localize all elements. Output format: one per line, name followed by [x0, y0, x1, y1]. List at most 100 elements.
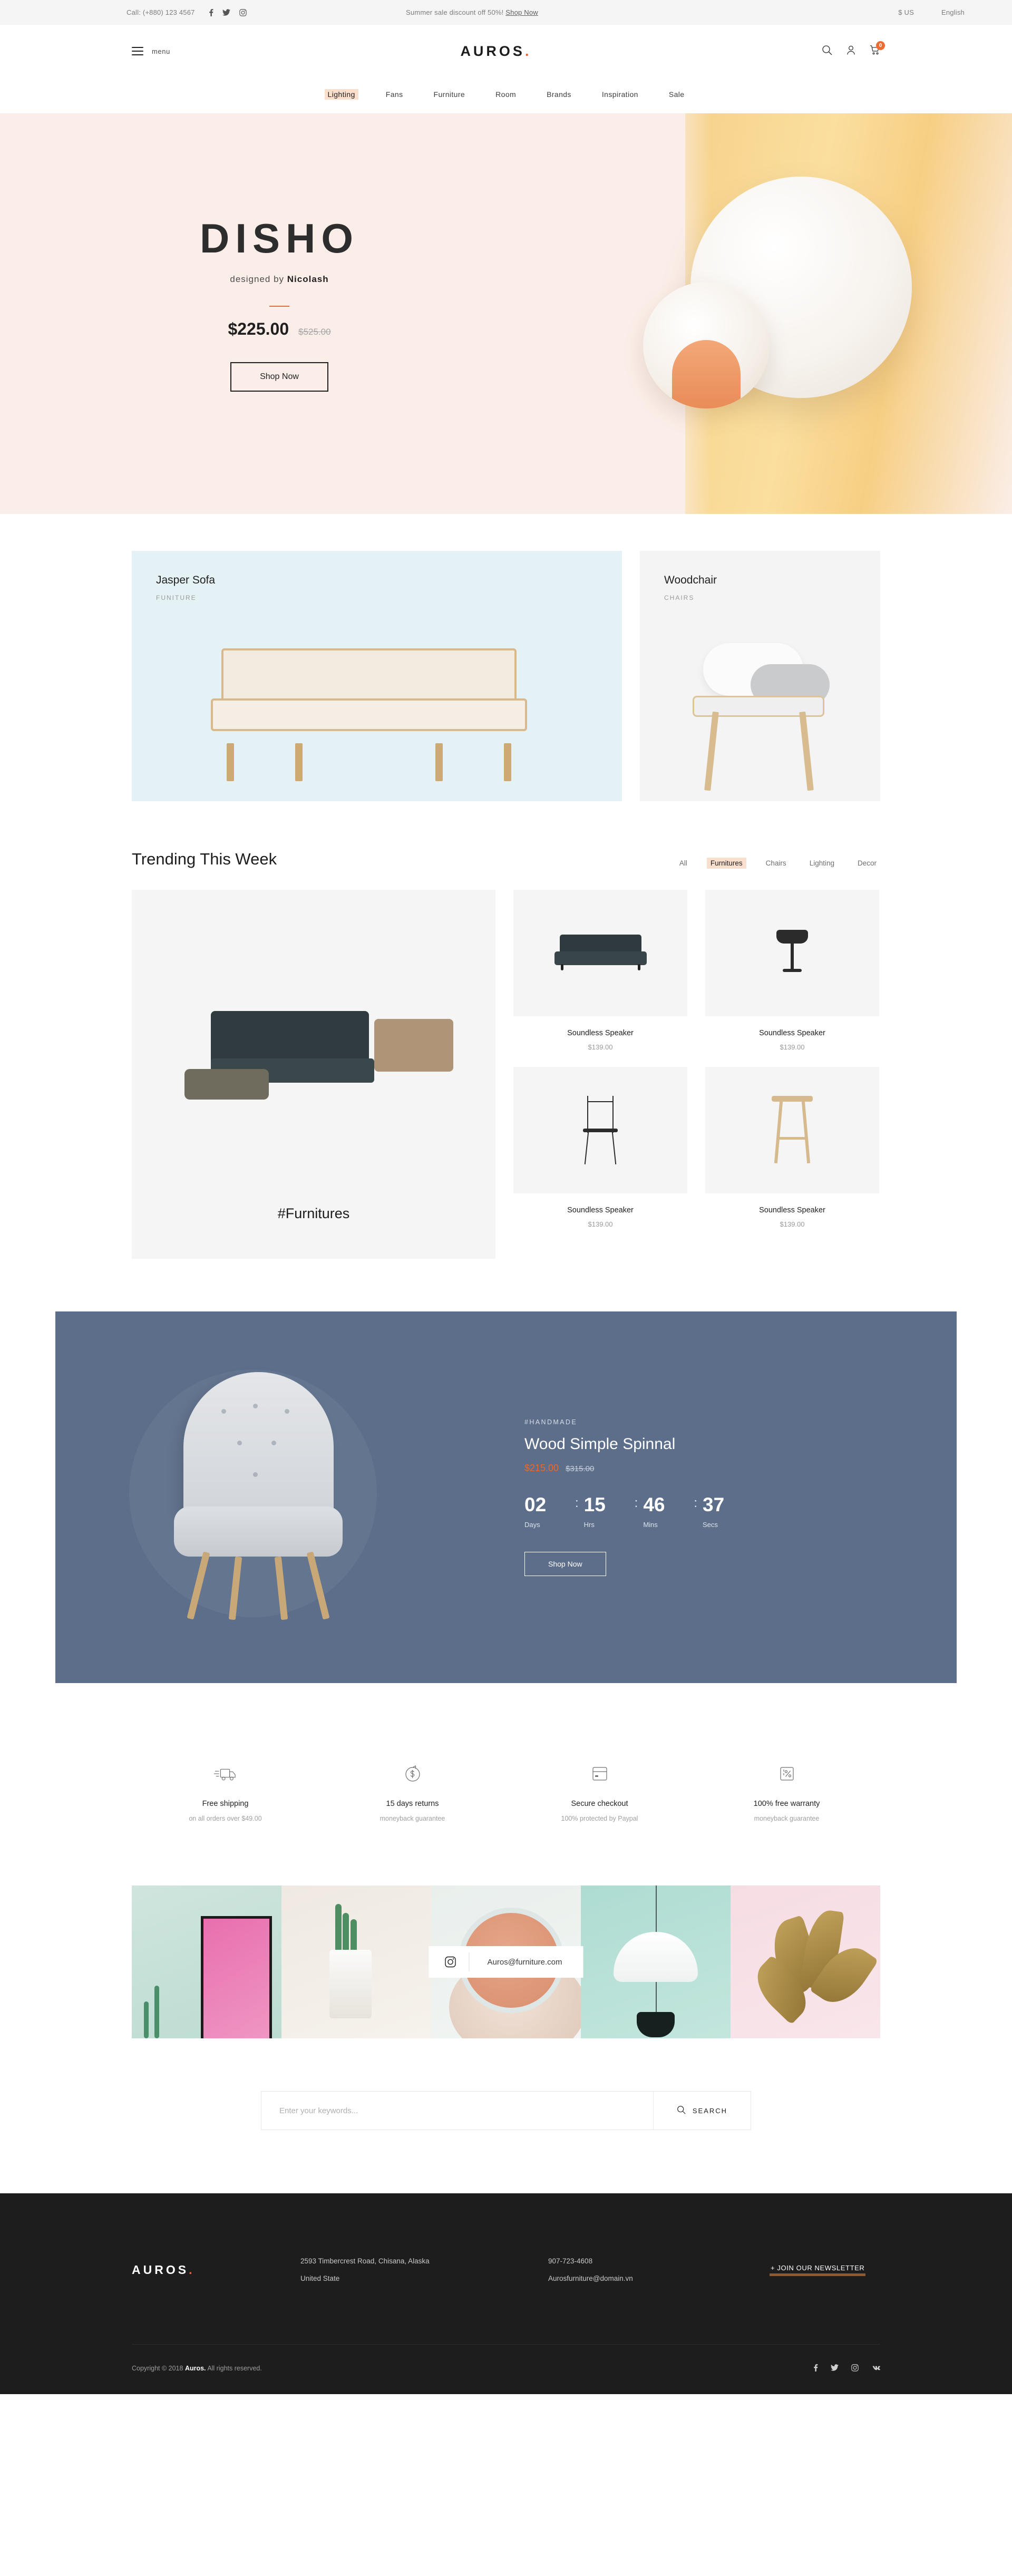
search-button[interactable]: SEARCH: [654, 2092, 751, 2130]
featured-furnitures-tile[interactable]: #Furnitures: [132, 890, 495, 1259]
vk-icon[interactable]: [871, 2365, 880, 2372]
nav-item-brands[interactable]: Brands: [543, 89, 575, 100]
product-image: [705, 1067, 879, 1193]
category-card-title: Woodchair: [664, 574, 717, 586]
hero-divider: [269, 306, 289, 307]
join-newsletter-button[interactable]: + JOIN OUR NEWSLETTER: [770, 2264, 866, 2277]
copyright-suffix: All rights reserved.: [206, 2365, 262, 2373]
instagram-icon[interactable]: [851, 2364, 859, 2373]
filter-decor[interactable]: Decor: [854, 858, 880, 869]
filter-all[interactable]: All: [676, 858, 691, 869]
nav-item-sale[interactable]: Sale: [666, 89, 688, 100]
truck-icon: [132, 1760, 319, 1788]
footer-email[interactable]: Aurosfurniture@domain.vn: [548, 2270, 770, 2287]
filter-chairs[interactable]: Chairs: [762, 858, 790, 869]
facebook-icon[interactable]: [209, 8, 213, 16]
hero-product-image: [643, 177, 912, 409]
account-icon[interactable]: [846, 45, 856, 58]
product-card[interactable]: Soundless Speaker $139.00: [705, 890, 879, 1051]
category-card-jasper-sofa[interactable]: Jasper Sofa FUNITURE: [132, 551, 622, 801]
footer-phone[interactable]: 907-723-4608: [548, 2252, 770, 2270]
category-card-kind: FUNITURE: [156, 594, 197, 601]
countdown-separator: :: [575, 1496, 579, 1510]
currency-selector[interactable]: $ US: [898, 8, 914, 16]
product-card[interactable]: Soundless Speaker $139.00: [513, 1067, 687, 1228]
feature-subtitle: moneyback guarantee: [380, 1815, 445, 1822]
hero-designer-name: Nicolash: [287, 274, 329, 284]
sofa-illustration: [200, 648, 538, 781]
search-icon[interactable]: [822, 45, 832, 58]
main-navigation: Lighting Fans Furniture Room Brands Insp…: [0, 77, 1012, 113]
instagram-handle-badge[interactable]: Auros@furniture.com: [429, 1946, 583, 1978]
promo-announcement: Summer sale discount off 50%! Shop Now: [348, 8, 898, 16]
filter-furnitures[interactable]: Furnitures: [706, 858, 746, 869]
search-box: SEARCH: [261, 2091, 751, 2130]
footer-address-line2: United State: [300, 2274, 340, 2283]
top-announcement-bar: Call: (+880) 123 4567 Summer sale discou…: [0, 0, 1012, 25]
card-icon: [506, 1760, 693, 1788]
countdown-separator: :: [634, 1496, 638, 1510]
nav-item-furniture[interactable]: Furniture: [431, 89, 469, 100]
twitter-icon[interactable]: [222, 9, 230, 16]
instagram-section: Auros@furniture.com: [0, 1885, 1012, 2038]
footer-address-line1: 2593 Timbercrest Road, Chisana, Alaska: [300, 2257, 430, 2265]
footer-logo-dot: .: [189, 2262, 195, 2277]
category-card-woodchair[interactable]: Woodchair CHAIRS: [640, 551, 880, 801]
copyright-prefix: Copyright © 2018: [132, 2365, 185, 2373]
product-price: $139.00: [588, 1043, 613, 1051]
countdown-hours-label: Hrs: [583, 1521, 595, 1529]
category-cards-section: Jasper Sofa FUNITURE Woodchair CHAIRS: [0, 514, 1012, 801]
product-name: Soundless Speaker: [567, 1029, 634, 1037]
feature-subtitle: 100% protected by Paypal: [561, 1815, 638, 1822]
search-section: SEARCH: [0, 2038, 1012, 2193]
product-name: Soundless Speaker: [759, 1206, 825, 1214]
promo-old-price: $315.00: [566, 1464, 595, 1473]
featured-tile-tag: #Furnitures: [277, 1206, 350, 1221]
nav-item-fans[interactable]: Fans: [383, 89, 406, 100]
language-selector[interactable]: English: [941, 8, 965, 16]
countdown-hours: 15 Hrs: [584, 1495, 635, 1529]
site-footer: AUROS. 2593 Timbercrest Road, Chisana, A…: [0, 2193, 1012, 2395]
promo-title: Wood Simple Spinnal: [524, 1435, 676, 1453]
promotion-section: #HANDMADE Wood Simple Spinnal $215.00 $3…: [0, 1259, 1012, 1683]
promo-tag: #HANDMADE: [524, 1418, 578, 1426]
menu-label: menu: [152, 47, 170, 55]
facebook-icon[interactable]: [813, 2364, 818, 2373]
nav-item-inspiration[interactable]: Inspiration: [599, 89, 641, 100]
menu-button[interactable]: menu: [132, 47, 170, 55]
feature-title: Free shipping: [202, 1800, 249, 1808]
woodchair-illustration: [672, 633, 845, 791]
nav-item-room[interactable]: Room: [492, 89, 519, 100]
trending-section: Trending This Week All Furnitures Chairs…: [0, 801, 1012, 1259]
topbar-social-links: [209, 8, 247, 16]
instagram-icon[interactable]: [239, 8, 247, 16]
promo-price: $215.00: [524, 1463, 559, 1473]
instagram-photo[interactable]: [731, 1885, 880, 2038]
nav-item-lighting[interactable]: Lighting: [324, 89, 358, 100]
promo-shop-now-link[interactable]: Shop Now: [505, 8, 538, 16]
instagram-photo[interactable]: [132, 1885, 281, 2038]
footer-logo[interactable]: AUROS.: [132, 2263, 300, 2277]
product-card[interactable]: Soundless Speaker $139.00: [705, 1067, 879, 1228]
filter-lighting[interactable]: Lighting: [806, 858, 838, 869]
instagram-icon: [432, 1956, 469, 1968]
cart-icon[interactable]: 0: [870, 41, 885, 58]
footer-contact: 907-723-4608 Aurosfurniture@domain.vn: [548, 2252, 770, 2287]
product-price: $139.00: [588, 1220, 613, 1228]
countdown-seconds: 37 Secs: [703, 1495, 753, 1529]
feature-subtitle: moneyback guarantee: [754, 1815, 820, 1822]
sofa-set-illustration: [184, 1000, 453, 1122]
instagram-photo[interactable]: [581, 1885, 731, 2038]
logo-dot: .: [524, 43, 532, 59]
search-button-label: SEARCH: [692, 2106, 727, 2115]
hero-shop-now-button[interactable]: Shop Now: [230, 362, 328, 392]
hero-banner: DISHO designed by Nicolash $225.00 $525.…: [0, 113, 1012, 514]
search-input[interactable]: [261, 2092, 653, 2130]
logo[interactable]: AUROS.: [170, 43, 822, 60]
phone-number: Call: (+880) 123 4567: [126, 8, 195, 16]
search-icon: [677, 2105, 686, 2116]
product-card[interactable]: Soundless Speaker $139.00: [513, 890, 687, 1051]
twitter-icon[interactable]: [831, 2364, 839, 2373]
instagram-photo[interactable]: [281, 1885, 431, 2038]
promo-shop-now-button[interactable]: Shop Now: [524, 1552, 606, 1576]
